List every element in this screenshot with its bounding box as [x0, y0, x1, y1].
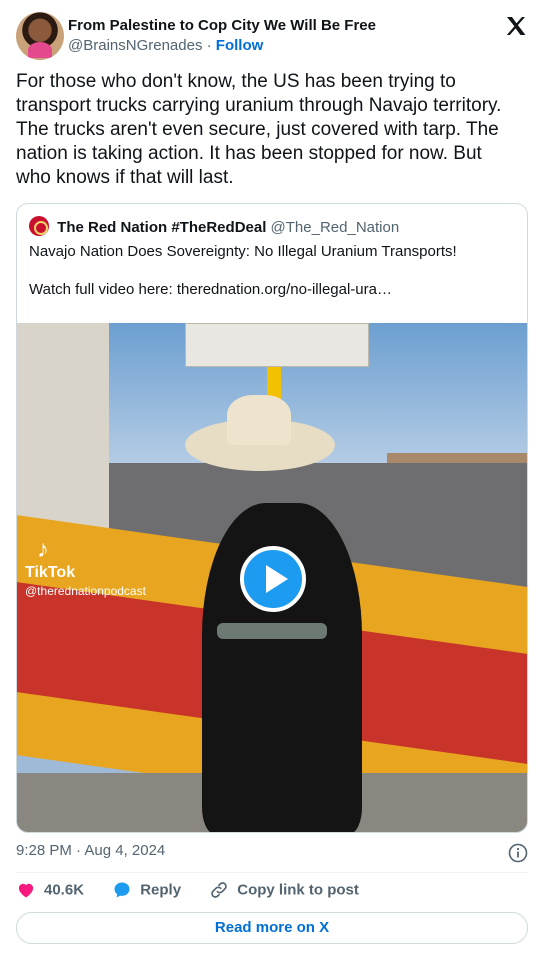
quoted-post-header: The Red Nation #TheRedDeal @The_Red_Nati…	[29, 216, 399, 236]
video-thumbnail[interactable]: ♪ TikTok @therednationpodcast	[17, 323, 527, 832]
tiktok-watermark: ♪ TikTok @therednationpodcast	[25, 536, 146, 599]
post-text-line: nation is taking action. It has been sto…	[16, 143, 482, 164]
post-text-line: The trucks aren't even secure, just cove…	[16, 119, 499, 140]
quoted-author-avatar	[29, 216, 49, 236]
quoted-post[interactable]: The Red Nation #TheRedDeal @The_Red_Nati…	[16, 203, 528, 833]
divider	[16, 872, 528, 873]
post-header: From Palestine to Cop City We Will Be Fr…	[16, 12, 528, 60]
speech-bubble-icon	[114, 882, 130, 898]
copy-link-label: Copy link to post	[237, 881, 359, 899]
read-more-button[interactable]: Read more on X	[16, 912, 528, 944]
action-bar: 40.6K Reply Copy link to post	[16, 880, 383, 904]
author-avatar[interactable]	[16, 12, 64, 60]
link-icon	[211, 882, 228, 898]
quoted-author-name: The Red Nation #TheRedDeal	[57, 219, 267, 236]
play-icon[interactable]	[240, 546, 306, 612]
thumbnail-sign	[185, 323, 369, 367]
tiktok-watermark-handle: @therednationpodcast	[25, 584, 146, 598]
copy-link-button[interactable]: Copy link to post	[209, 880, 359, 900]
follow-button[interactable]: Follow	[216, 37, 264, 54]
tiktok-watermark-name: TikTok	[25, 564, 76, 581]
thumbnail-hat-crown	[227, 395, 291, 445]
author-handle-row: @BrainsNGrenades · Follow	[68, 37, 263, 54]
post-text-line: For those who don't know, the US has bee…	[16, 71, 456, 92]
x-logo-icon[interactable]	[504, 14, 528, 38]
tiktok-logo-icon: ♪	[37, 536, 49, 563]
thumbnail-belt	[217, 623, 327, 639]
like-count: 40.6K	[44, 881, 85, 899]
quoted-author-handle: @The_Red_Nation	[270, 219, 400, 236]
post-text-line: who knows if that will last.	[16, 167, 234, 188]
quoted-post-link-text: Watch full video here: therednation.org/…	[29, 281, 392, 298]
info-icon[interactable]	[508, 843, 528, 863]
like-button[interactable]: 40.6K	[16, 880, 84, 900]
quoted-post-text: Navajo Nation Does Sovereignty: No Illeg…	[29, 243, 457, 260]
post-text-line: transport trucks carrying uranium throug…	[16, 95, 502, 116]
reply-label: Reply	[140, 881, 182, 899]
author-handle[interactable]: @BrainsNGrenades	[68, 37, 202, 54]
author-name[interactable]: From Palestine to Cop City We Will Be Fr…	[68, 17, 376, 34]
reply-button[interactable]: Reply	[112, 880, 181, 900]
heart-icon	[18, 883, 34, 898]
post-timestamp[interactable]: 9:28 PM · Aug 4, 2024	[16, 842, 165, 859]
separator-dot: ·	[206, 37, 212, 54]
post-text: For those who don't know, the US has bee…	[16, 70, 528, 190]
